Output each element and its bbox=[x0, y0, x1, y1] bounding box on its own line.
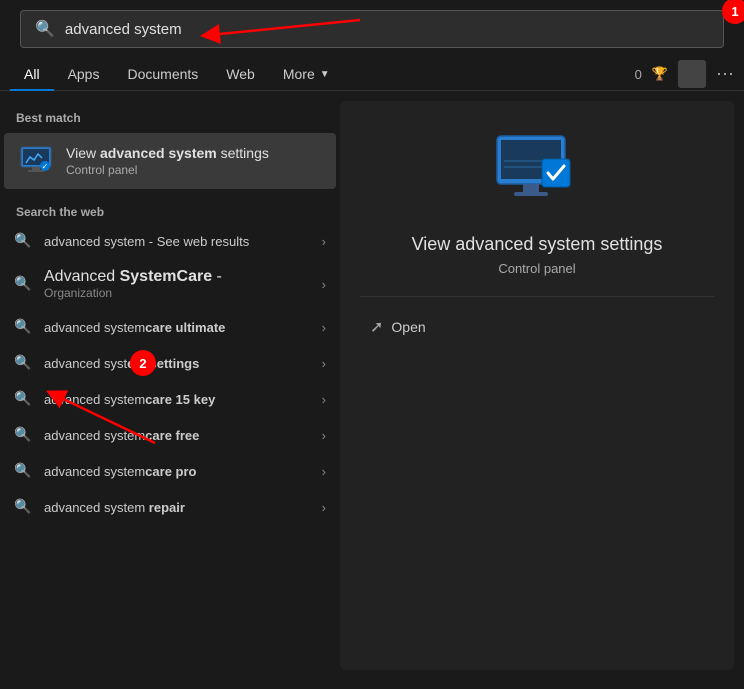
tab-web[interactable]: Web bbox=[212, 58, 269, 90]
tab-apps[interactable]: Apps bbox=[54, 58, 114, 90]
web-item-text: Advanced SystemCare - Organization bbox=[44, 268, 322, 300]
best-match-title: View advanced system settings bbox=[66, 145, 269, 161]
open-label: Open bbox=[391, 319, 425, 335]
avatar[interactable] bbox=[678, 60, 706, 88]
annotation-1: 1 bbox=[722, 0, 744, 24]
web-item-text: advanced system repair bbox=[44, 500, 322, 515]
search-input[interactable] bbox=[65, 21, 709, 38]
main-area: Best match ✓ bbox=[0, 91, 744, 680]
list-item[interactable]: 🔍 advanced system - See web results › bbox=[0, 223, 340, 259]
list-item[interactable]: 🔍 advanced systemcare 15 key › bbox=[0, 381, 340, 417]
web-item-text: advanced systemcare 15 key bbox=[44, 392, 322, 407]
chevron-right-icon: › bbox=[322, 320, 326, 335]
chevron-right-icon: › bbox=[322, 500, 326, 515]
right-panel-title: View advanced system settings bbox=[412, 234, 663, 255]
list-item[interactable]: 🔍 Advanced SystemCare - Organization › bbox=[0, 259, 340, 309]
web-item-text: advanced systemcare free bbox=[44, 428, 322, 443]
left-panel: Best match ✓ bbox=[0, 91, 340, 680]
search-bar: 🔍 bbox=[20, 10, 724, 48]
tab-documents[interactable]: Documents bbox=[113, 58, 212, 90]
trophy-icon: 🏆 bbox=[652, 66, 668, 82]
count-badge: 0 bbox=[635, 67, 642, 82]
list-item[interactable]: 🔍 advanced system settings › 2 bbox=[0, 345, 340, 381]
right-panel-subtitle: Control panel bbox=[498, 261, 575, 276]
search-web-icon: 🔍 bbox=[14, 275, 32, 293]
best-match-subtitle: Control panel bbox=[66, 163, 269, 177]
list-item[interactable]: 🔍 advanced systemcare ultimate › bbox=[0, 309, 340, 345]
search-web-icon: 🔍 bbox=[14, 498, 32, 516]
search-wrapper: 🔍 1 bbox=[10, 10, 734, 48]
more-options-icon[interactable]: ⋯ bbox=[716, 64, 734, 85]
web-item-text: advanced system settings bbox=[44, 356, 322, 371]
chevron-right-icon: › bbox=[322, 277, 326, 292]
list-item[interactable]: 🔍 advanced systemcare pro › bbox=[0, 453, 340, 489]
open-link-icon: ➚ bbox=[370, 317, 383, 337]
best-match-text: View advanced system settings Control pa… bbox=[66, 145, 269, 177]
list-item[interactable]: 🔍 advanced systemcare free › bbox=[0, 417, 340, 453]
chevron-right-icon: › bbox=[322, 356, 326, 371]
web-item-text: advanced systemcare pro bbox=[44, 464, 322, 479]
chevron-right-icon: › bbox=[322, 428, 326, 443]
chevron-right-icon: › bbox=[322, 464, 326, 479]
chevron-right-icon: › bbox=[322, 234, 326, 249]
chevron-down-icon: ▼ bbox=[320, 69, 330, 80]
best-match-item[interactable]: ✓ View advanced system settings Control … bbox=[4, 133, 336, 189]
search-web-icon: 🔍 bbox=[14, 462, 32, 480]
app-icon-area bbox=[492, 131, 582, 216]
search-web-icon: 🔍 bbox=[14, 318, 32, 336]
tabs-right: 0 🏆 ⋯ bbox=[635, 60, 734, 88]
list-item[interactable]: 🔍 advanced system repair › bbox=[0, 489, 340, 525]
search-web-icon: 🔍 bbox=[14, 390, 32, 408]
tabs-bar: All Apps Documents Web More ▼ 0 🏆 ⋯ bbox=[0, 58, 744, 91]
chevron-right-icon: › bbox=[322, 392, 326, 407]
search-web-icon: 🔍 bbox=[14, 354, 32, 372]
tab-all[interactable]: All bbox=[10, 58, 54, 90]
search-web-icon: 🔍 bbox=[14, 426, 32, 444]
best-match-label: Best match bbox=[0, 105, 340, 133]
web-item-text: advanced systemcare ultimate bbox=[44, 320, 322, 335]
search-web-icon: 🔍 bbox=[14, 232, 32, 250]
search-web-label: Search the web bbox=[0, 199, 340, 223]
open-button[interactable]: ➚ Open bbox=[360, 313, 436, 341]
annotation-2: 2 bbox=[130, 350, 156, 376]
search-icon: 🔍 bbox=[35, 19, 55, 39]
monitor-icon-small: ✓ bbox=[18, 143, 54, 179]
web-item-text: advanced system - See web results bbox=[44, 234, 322, 249]
app-large-icon bbox=[492, 131, 582, 211]
app-icon: ✓ bbox=[18, 143, 54, 179]
tab-more[interactable]: More ▼ bbox=[269, 58, 344, 90]
divider bbox=[360, 296, 714, 297]
svg-text:✓: ✓ bbox=[42, 162, 49, 171]
right-panel: View advanced system settings Control pa… bbox=[340, 101, 734, 670]
